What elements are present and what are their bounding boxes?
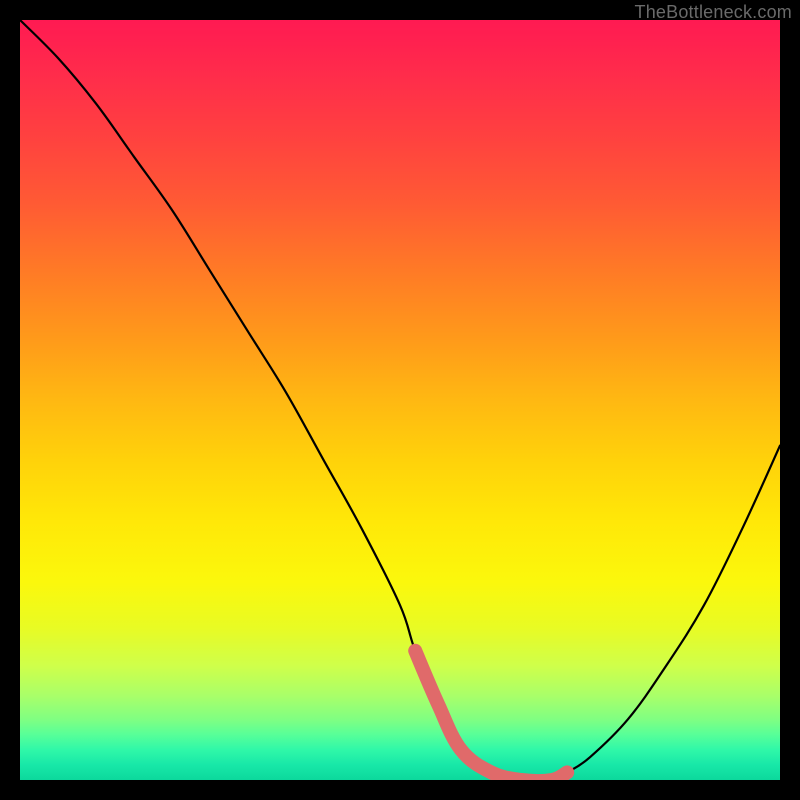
bottleneck-curve-path [20, 20, 780, 780]
highlight-range-path [415, 651, 567, 780]
curve-layer [20, 20, 780, 780]
plot-area [20, 20, 780, 780]
chart-frame: TheBottleneck.com [0, 0, 800, 800]
